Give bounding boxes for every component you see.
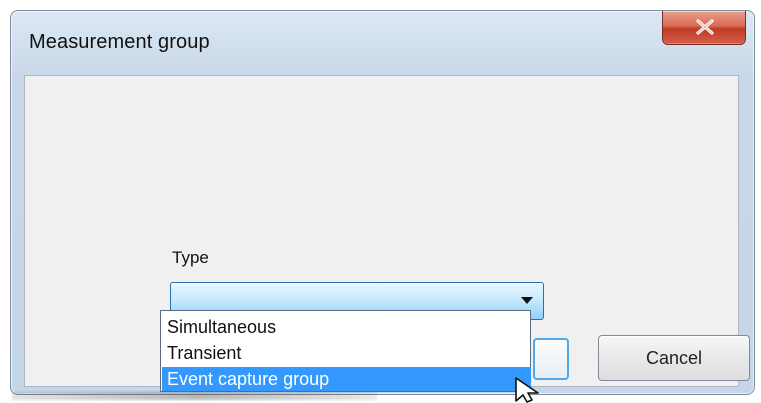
mouse-cursor-icon	[515, 377, 539, 403]
chevron-down-icon	[521, 297, 533, 304]
type-dropdown-list[interactable]: Simultaneous Transient Event capture gro…	[160, 310, 531, 392]
cancel-button[interactable]: Cancel	[598, 335, 750, 381]
window-title: Measurement group	[29, 31, 210, 53]
list-item-simultaneous[interactable]: Simultaneous	[162, 315, 531, 339]
screenshot-root: Measurement group Type Cancel Simultaneo…	[0, 0, 761, 403]
close-icon	[696, 19, 714, 35]
list-item-event-capture-group[interactable]: Event capture group	[162, 367, 531, 391]
type-label: Type	[172, 248, 209, 267]
title-bar[interactable]: Measurement group	[11, 11, 754, 73]
close-button[interactable]	[662, 11, 746, 45]
list-item-transient[interactable]: Transient	[162, 341, 531, 365]
ok-button[interactable]	[533, 338, 569, 380]
taskbar-shadow	[12, 392, 377, 400]
